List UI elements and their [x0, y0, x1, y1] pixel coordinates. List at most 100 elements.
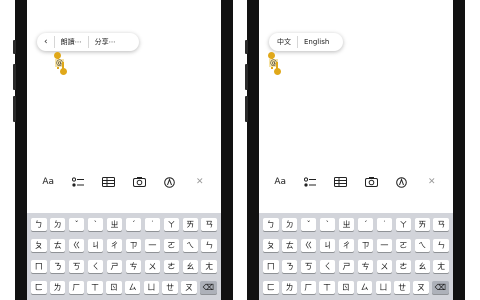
key[interactable]: ㄎ — [300, 260, 317, 273]
key[interactable]: ㄢ — [201, 218, 217, 231]
key[interactable]: ㄒ — [87, 281, 103, 294]
key[interactable]: ㄜ — [395, 260, 412, 273]
key[interactable]: ㄍ — [300, 239, 317, 252]
key[interactable]: ㄞ — [414, 218, 430, 231]
key[interactable]: ㄗ — [125, 239, 142, 252]
key[interactable]: ㄡ — [181, 281, 197, 294]
read-aloud-button[interactable]: 朗讀⋯ — [61, 37, 82, 47]
key[interactable]: ㄤ — [433, 260, 449, 273]
english-button[interactable]: English — [304, 38, 329, 46]
key[interactable]: ㄆ — [31, 239, 47, 252]
key[interactable]: ㄤ — [201, 260, 217, 273]
key[interactable]: ㄑ — [319, 260, 336, 273]
key[interactable]: ㄡ — [413, 281, 429, 294]
key[interactable]: ㄎ — [68, 260, 85, 273]
key[interactable]: ˇ — [68, 218, 85, 231]
key[interactable]: ㄒ — [319, 281, 335, 294]
markup-pen-icon[interactable] — [160, 174, 178, 190]
key[interactable]: ㄌ — [49, 281, 66, 294]
key[interactable]: ㄌ — [281, 281, 298, 294]
selection-handle-end[interactable] — [274, 68, 281, 75]
key[interactable]: ㄅ — [263, 218, 279, 231]
key[interactable]: ㄟ — [182, 239, 198, 252]
key[interactable]: ˇ — [300, 218, 317, 231]
key[interactable]: ㄠ — [182, 260, 198, 273]
selection-handle-end[interactable] — [60, 68, 67, 75]
key[interactable]: ㄅ — [31, 218, 47, 231]
key[interactable]: ㄓ — [338, 218, 355, 231]
key[interactable]: ㄙ — [124, 281, 141, 294]
key[interactable]: ㄘ — [125, 260, 142, 273]
key[interactable]: 一 — [376, 239, 393, 252]
checklist-icon[interactable] — [69, 174, 87, 190]
table-icon[interactable] — [100, 174, 118, 190]
key[interactable]: 一 — [144, 239, 161, 252]
table-icon[interactable] — [332, 174, 350, 190]
key[interactable]: ˋ — [319, 218, 336, 231]
key[interactable]: ㄟ — [414, 239, 430, 252]
key[interactable]: ㄉ — [281, 218, 298, 231]
key[interactable]: ˊ — [125, 218, 142, 231]
key[interactable]: ㄝ — [162, 281, 178, 294]
key[interactable]: ㄏ — [68, 281, 85, 294]
key[interactable]: ㄨ — [376, 260, 393, 273]
key[interactable]: ㄕ — [338, 260, 355, 273]
key[interactable]: ˙ — [144, 218, 161, 231]
key[interactable]: ㄏ — [300, 281, 317, 294]
share-button[interactable]: 分享⋯ — [95, 37, 116, 47]
key[interactable]: ㄑ — [87, 260, 104, 273]
key[interactable]: ㄔ — [106, 239, 123, 252]
key[interactable]: ㄙ — [356, 281, 373, 294]
key[interactable]: ㄋ — [281, 260, 298, 273]
camera-icon[interactable] — [362, 174, 380, 190]
key[interactable]: ㄣ — [201, 239, 217, 252]
key[interactable]: ㄊ — [281, 239, 298, 252]
markup-pen-icon[interactable] — [392, 174, 410, 190]
key[interactable]: ㄨ — [144, 260, 161, 273]
key[interactable]: ㄖ — [338, 281, 354, 294]
key[interactable]: ˙ — [376, 218, 393, 231]
key[interactable]: ㄗ — [357, 239, 374, 252]
key[interactable]: ㄔ — [338, 239, 355, 252]
key[interactable]: ㄛ — [395, 239, 412, 252]
key[interactable]: ㄠ — [414, 260, 430, 273]
key[interactable]: ㄩ — [375, 281, 392, 294]
key[interactable]: ㄋ — [49, 260, 66, 273]
key[interactable]: ㄇ — [31, 260, 47, 273]
key[interactable]: ㄝ — [394, 281, 410, 294]
key[interactable]: ˊ — [357, 218, 374, 231]
key[interactable]: ㄜ — [163, 260, 180, 273]
key[interactable]: ㄢ — [433, 218, 449, 231]
close-icon[interactable]: ✕ — [423, 174, 441, 190]
key[interactable]: ㄘ — [357, 260, 374, 273]
key[interactable]: ㄆ — [263, 239, 279, 252]
key[interactable]: ㄈ — [31, 281, 47, 294]
key[interactable]: ˋ — [87, 218, 104, 231]
back-icon[interactable]: ‹ — [44, 37, 48, 47]
key[interactable]: ㄞ — [182, 218, 198, 231]
key[interactable]: ㄉ — [49, 218, 66, 231]
chinese-button[interactable]: 中文 — [277, 37, 291, 47]
key[interactable]: ㄚ — [395, 218, 412, 231]
camera-icon[interactable] — [130, 174, 148, 190]
delete-key[interactable]: ⌫ — [199, 281, 217, 294]
key[interactable]: ㄛ — [163, 239, 180, 252]
keyboard-row: ㄇ ㄋ ㄎ ㄑ ㄕ ㄘ ㄨ ㄜ ㄠ ㄤ — [263, 260, 449, 273]
format-text-icon[interactable]: Aa — [39, 174, 57, 190]
key[interactable]: ㄐ — [87, 239, 104, 252]
key[interactable]: ㄕ — [106, 260, 123, 273]
key[interactable]: ㄍ — [68, 239, 85, 252]
key[interactable]: ㄣ — [433, 239, 449, 252]
key[interactable]: ㄊ — [49, 239, 66, 252]
key[interactable]: ㄖ — [106, 281, 122, 294]
key[interactable]: ㄚ — [163, 218, 180, 231]
key[interactable]: ㄓ — [106, 218, 123, 231]
delete-key[interactable]: ⌫ — [431, 281, 449, 294]
format-text-icon[interactable]: Aa — [271, 174, 289, 190]
key[interactable]: ㄩ — [143, 281, 160, 294]
key[interactable]: ㄐ — [319, 239, 336, 252]
close-icon[interactable]: ✕ — [191, 174, 209, 190]
checklist-icon[interactable] — [301, 174, 319, 190]
key[interactable]: ㄇ — [263, 260, 279, 273]
key[interactable]: ㄈ — [263, 281, 279, 294]
